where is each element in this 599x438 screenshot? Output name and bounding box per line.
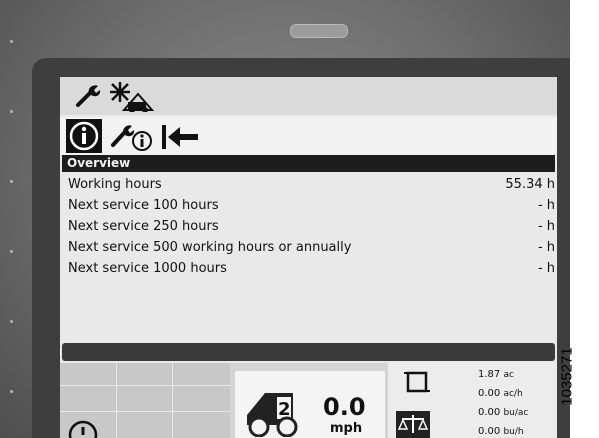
row-value: - h	[537, 240, 555, 255]
service-info-icon[interactable]	[110, 121, 154, 153]
service-hours-list: Working hours 55.34 h Next service 100 h…	[60, 175, 557, 280]
display-photo: Overview Working hours 55.34 h Next serv…	[0, 0, 570, 438]
row-value: - h	[537, 219, 555, 234]
scale-icon[interactable]	[396, 411, 430, 438]
list-item-service-1000[interactable]: Next service 1000 hours - h	[60, 259, 557, 280]
housing-ridge	[290, 24, 348, 38]
rate-value: 1.87	[478, 369, 501, 380]
speed-unit: mph	[330, 421, 363, 436]
rate-unit: bu/h	[503, 427, 524, 437]
gear-number: 2	[278, 399, 291, 420]
status-divider-bar	[62, 343, 555, 361]
info-icon[interactable]	[66, 119, 102, 153]
row-value: 55.34 h	[505, 177, 555, 192]
speed-value: 0.0	[323, 393, 366, 421]
status-area: 2 0.0 mph 1.87 ac 0.00 ac/h 0.00 bu/ac 0…	[60, 363, 557, 438]
overview-header: Overview	[62, 155, 555, 172]
figure-id-text: 1035271	[558, 347, 576, 406]
row-label: Next service 100 hours	[68, 198, 219, 213]
area-counter-icon[interactable]	[402, 367, 432, 397]
rate-row: 1.87 ac	[478, 369, 514, 380]
rate-unit: bu/ac	[503, 408, 529, 418]
rate-value: 0.00	[478, 407, 501, 418]
row-label: Next service 250 hours	[68, 219, 219, 234]
rate-row: 0.00 bu/h	[478, 426, 524, 437]
speed-panel: 2 0.0 mph	[235, 371, 385, 438]
terminal-screen: Overview Working hours 55.34 h Next serv…	[60, 77, 557, 438]
row-label: Next service 1000 hours	[68, 261, 227, 276]
row-label: Next service 500 working hours or annual…	[68, 240, 352, 255]
list-item-working-hours[interactable]: Working hours 55.34 h	[60, 175, 557, 196]
list-item-service-500[interactable]: Next service 500 working hours or annual…	[60, 238, 557, 259]
rates-panel: 1.87 ac 0.00 ac/h 0.00 bu/ac 0.00 bu/h	[388, 363, 557, 438]
row-value: - h	[537, 261, 555, 276]
list-item-service-250[interactable]: Next service 250 hours - h	[60, 217, 557, 238]
row-label: Working hours	[68, 177, 162, 192]
machine-settings-icon[interactable]	[108, 80, 156, 112]
rate-row: 0.00 bu/ac	[478, 407, 528, 418]
rate-row: 0.00 ac/h	[478, 388, 523, 399]
row-value: - h	[537, 198, 555, 213]
figure-id: 1035271	[559, 330, 599, 430]
top-icon-bar	[60, 77, 557, 115]
wrench-icon[interactable]	[74, 83, 102, 109]
rate-value: 0.00	[478, 426, 501, 437]
rate-unit: ac	[503, 370, 514, 380]
function-grid	[60, 363, 230, 438]
warning-circle-icon[interactable]	[66, 413, 100, 438]
rate-unit: ac/h	[503, 389, 523, 399]
nav-icon-bar	[60, 117, 557, 155]
rate-value: 0.00	[478, 388, 501, 399]
combine-gear-icon: 2	[247, 393, 298, 437]
list-item-service-100[interactable]: Next service 100 hours - h	[60, 196, 557, 217]
housing-dots	[10, 40, 18, 420]
back-arrow-icon[interactable]	[160, 123, 200, 151]
